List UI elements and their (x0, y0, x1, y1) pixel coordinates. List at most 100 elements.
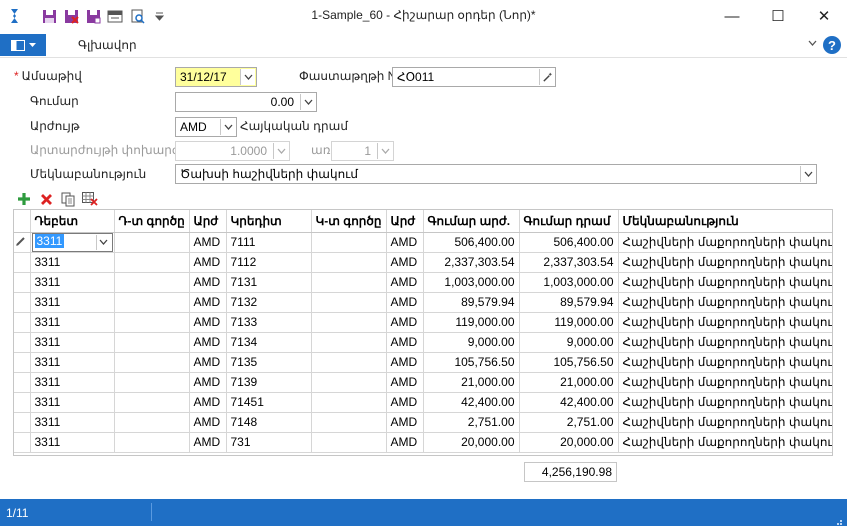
amount-currency-cell[interactable]: 1,003,000.00 (423, 272, 520, 293)
table-row[interactable]: 3311 AMD 7139 AMD 21,000.00 21,000.00 Հա… (14, 372, 832, 393)
chevron-down-icon[interactable] (800, 166, 815, 182)
table-row[interactable]: 3311 AMD 7133 AMD 119,000.00 119,000.00 … (14, 312, 832, 333)
document-number-input[interactable]: ՀՕ011 (392, 67, 556, 87)
debit-currency-cell[interactable]: AMD (189, 432, 227, 453)
column-header-debit[interactable]: Դեբետ (30, 210, 115, 233)
debit-cell[interactable]: 3311 (30, 312, 115, 333)
credit-currency-cell[interactable]: AMD (386, 272, 424, 293)
debit-partner-cell[interactable] (114, 412, 190, 433)
export-icon[interactable] (106, 7, 124, 25)
table-row[interactable]: 3311 AMD 7134 AMD 9,000.00 9,000.00 Հաշի… (14, 332, 832, 353)
amount-amd-cell[interactable]: 119,000.00 (519, 312, 619, 333)
debit-currency-cell[interactable]: AMD (189, 352, 227, 373)
credit-cell[interactable]: 7132 (226, 292, 312, 313)
comment-cell[interactable]: Հաշիվների մաքորողների փակում (618, 292, 832, 313)
column-header-credit[interactable]: Կրեդիտ (226, 210, 312, 233)
credit-partner-cell[interactable] (311, 352, 387, 373)
debit-cell[interactable]: 3311 (30, 352, 115, 373)
table-row[interactable]: 3311 AMD 71451 AMD 42,400.00 42,400.00 Հ… (14, 392, 832, 413)
credit-currency-cell[interactable]: AMD (386, 432, 424, 453)
credit-cell[interactable]: 7112 (226, 252, 312, 273)
customize-dropdown-icon[interactable] (150, 7, 168, 25)
amount-currency-cell[interactable]: 89,579.94 (423, 292, 520, 313)
debit-cell[interactable]: 3311 (30, 392, 115, 413)
debit-currency-cell[interactable]: AMD (189, 372, 227, 393)
save-new-icon[interactable] (84, 7, 102, 25)
chevron-down-icon[interactable] (95, 234, 111, 250)
column-header-amount-currency[interactable]: Գումար արժ. (423, 210, 520, 233)
debit-partner-cell[interactable] (114, 332, 190, 353)
close-button[interactable]: ✕ (801, 0, 847, 32)
credit-currency-cell[interactable]: AMD (386, 412, 424, 433)
credit-cell[interactable]: 7139 (226, 372, 312, 393)
credit-partner-cell[interactable] (311, 372, 387, 393)
amount-amd-cell[interactable]: 1,003,000.00 (519, 272, 619, 293)
credit-partner-cell[interactable] (311, 432, 387, 453)
amount-amd-cell[interactable]: 21,000.00 (519, 372, 619, 393)
debit-partner-cell[interactable] (114, 292, 190, 313)
clear-grid-icon[interactable] (81, 190, 99, 208)
amount-currency-cell[interactable]: 2,337,303.54 (423, 252, 520, 273)
amount-currency-cell[interactable]: 2,751.00 (423, 412, 520, 433)
maximize-button[interactable]: ☐ (755, 0, 801, 32)
amount-amd-cell[interactable]: 506,400.00 (519, 232, 619, 253)
save-close-icon[interactable] (62, 7, 80, 25)
credit-cell[interactable]: 7111 (226, 232, 312, 253)
comment-cell[interactable]: Հաշիվների մաքորողների փակում (618, 352, 832, 373)
amount-amd-cell[interactable]: 105,756.50 (519, 352, 619, 373)
column-header-credit-currency[interactable]: Արժ (386, 210, 424, 233)
credit-partner-cell[interactable] (311, 412, 387, 433)
help-button[interactable]: ? (823, 36, 841, 54)
credit-currency-cell[interactable]: AMD (386, 312, 424, 333)
debit-editor[interactable]: 3311 (31, 232, 113, 251)
debit-partner-cell[interactable] (114, 312, 190, 333)
amount-currency-cell[interactable]: 42,400.00 (423, 392, 520, 413)
date-input[interactable]: 31/12/17 (175, 67, 257, 87)
credit-cell[interactable]: 731 (226, 432, 312, 453)
table-row[interactable]: 3311 AMD 7112 AMD 2,337,303.54 2,337,303… (14, 252, 832, 273)
debit-currency-cell[interactable]: AMD (189, 232, 227, 253)
debit-cell[interactable]: 3311 (30, 332, 115, 353)
credit-cell[interactable]: 71451 (226, 392, 312, 413)
comment-input[interactable]: Ծախսի հաշիվների փակում (175, 164, 817, 184)
debit-partner-cell[interactable] (114, 372, 190, 393)
table-row[interactable]: 3311 AMD 731 AMD 20,000.00 20,000.00 Հաշ… (14, 432, 832, 453)
credit-cell[interactable]: 7134 (226, 332, 312, 353)
column-header-amount-amd[interactable]: Գումար դրամ (519, 210, 619, 233)
comment-cell[interactable]: Հաշիվների մաքորողների փակում (618, 432, 832, 453)
debit-cell[interactable]: 3311 (30, 372, 115, 393)
comment-cell[interactable]: Հաշիվների մաքորողների փակում (618, 332, 832, 353)
comment-cell[interactable]: Հաշիվների մաքորողների փակում (618, 372, 832, 393)
add-row-icon[interactable] (15, 190, 33, 208)
debit-partner-cell[interactable] (114, 252, 190, 273)
comment-cell[interactable]: Հաշիվների մաքորողների փակում (618, 412, 832, 433)
debit-cell[interactable]: 3311 (30, 292, 115, 313)
amount-currency-cell[interactable]: 9,000.00 (423, 332, 520, 353)
credit-partner-cell[interactable] (311, 392, 387, 413)
debit-cell[interactable]: 3311 (30, 272, 115, 293)
debit-partner-cell[interactable] (114, 392, 190, 413)
credit-cell[interactable]: 7131 (226, 272, 312, 293)
comment-cell[interactable]: Հաշիվների մաքորողների փակում (618, 312, 832, 333)
debit-currency-cell[interactable]: AMD (189, 292, 227, 313)
credit-partner-cell[interactable] (311, 272, 387, 293)
preview-icon[interactable] (128, 7, 146, 25)
credit-cell[interactable]: 7133 (226, 312, 312, 333)
amount-amd-cell[interactable]: 9,000.00 (519, 332, 619, 353)
column-header-debit-currency[interactable]: Արժ (189, 210, 227, 233)
amount-amd-cell[interactable]: 20,000.00 (519, 432, 619, 453)
debit-partner-cell[interactable] (114, 432, 190, 453)
credit-cell[interactable]: 7135 (226, 352, 312, 373)
minimize-button[interactable]: — (709, 0, 755, 32)
debit-currency-cell[interactable]: AMD (189, 272, 227, 293)
credit-currency-cell[interactable]: AMD (386, 232, 424, 253)
table-row[interactable]: 3311 AMD 7132 AMD 89,579.94 89,579.94 Հա… (14, 292, 832, 313)
chevron-down-icon[interactable] (240, 69, 255, 85)
table-row[interactable]: 3311 AMD 7131 AMD 1,003,000.00 1,003,000… (14, 272, 832, 293)
debit-cell[interactable]: 3311 (30, 252, 115, 273)
credit-partner-cell[interactable] (311, 312, 387, 333)
comment-cell[interactable]: Հաշիվների մաքորողների փակում (618, 252, 832, 273)
credit-currency-cell[interactable]: AMD (386, 252, 424, 273)
comment-cell[interactable]: Հաշիվների մաքորողների փակում (618, 232, 832, 253)
amount-currency-cell[interactable]: 119,000.00 (423, 312, 520, 333)
